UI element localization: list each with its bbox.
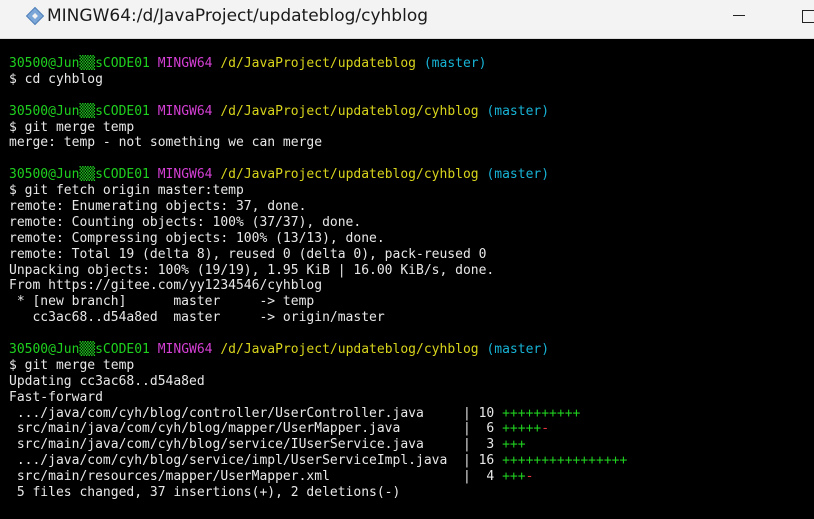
command-line: $ git merge temp (9, 358, 814, 374)
output-text: remote: Compressing objects: 100% (13/13… (9, 230, 385, 246)
prompt-path: /d/JavaProject/updateblog/cyhblog (220, 167, 479, 183)
prompt-path: /d/JavaProject/updateblog (220, 56, 417, 71)
output-line: Fast-forward (9, 390, 814, 406)
diffstat-row: src/main/java/com/cyh/blog/service/IUser… (9, 437, 814, 453)
maximize-icon (802, 10, 814, 23)
terminal-output[interactable]: 30500@Jun▒▒sCODE01 MINGW64 /d/JavaProjec… (0, 39, 814, 519)
output-text: * [new branch] master -> temp (9, 294, 315, 310)
command-line: $ git merge temp (9, 120, 814, 136)
diffstat-file: src/main/resources/mapper/UserMapper.xml (9, 469, 463, 485)
diffstat-count: 16 (478, 453, 495, 469)
prompt-shell: MINGW64 (157, 56, 213, 71)
output-text: Fast-forward (9, 389, 103, 405)
output-line: remote: Compressing objects: 100% (13/13… (9, 231, 814, 247)
diffstat-plus: ++++++++++++++++ (502, 453, 628, 469)
output-line: remote: Enumerating objects: 37, done. (9, 199, 814, 215)
output-text: remote: Counting objects: 100% (37/37), … (9, 214, 362, 230)
diffstat-file: src/main/java/com/cyh/blog/service/IUser… (9, 437, 463, 453)
prompt-line: 30500@Jun▒▒sCODE01 MINGW64 /d/JavaProjec… (9, 342, 814, 358)
window-title: MINGW64:/d/JavaProject/updateblog/cyhblo… (47, 6, 429, 26)
output-text: From https://gitee.com/yy1234546/cyhblog (9, 278, 323, 294)
git-diamond-icon (25, 6, 45, 26)
prompt-branch: (master) (486, 342, 550, 358)
output-text: remote: Enumerating objects: 37, done. (9, 199, 307, 215)
diffstat-count: 10 (478, 405, 495, 421)
output-text: Unpacking objects: 100% (19/19), 1.95 Ki… (9, 262, 495, 278)
summary-text: 5 files changed, 37 insertions(+), 2 del… (9, 485, 401, 501)
output-line: Unpacking objects: 100% (19/19), 1.95 Ki… (9, 263, 814, 279)
output-line: From https://gitee.com/yy1234546/cyhblog (9, 278, 814, 294)
diffstat-row: src/main/java/com/cyh/blog/mapper/UserMa… (9, 421, 814, 437)
diffstat-file: .../java/com/cyh/blog/controller/UserCon… (9, 405, 463, 421)
command-text: $ git merge temp (9, 119, 135, 135)
prompt-branch: (master) (423, 56, 487, 71)
diffstat-separator: | (462, 469, 479, 485)
output-line: merge: temp - not something we can merge (9, 135, 814, 151)
prompt-user: 30500@Jun▒▒sCODE01 (9, 103, 150, 119)
prompt-user: 30500@Jun▒▒sCODE01 (9, 342, 150, 358)
prompt-path: /d/JavaProject/updateblog/cyhblog (220, 342, 479, 358)
output-text: remote: Total 19 (delta 8), reused 0 (de… (9, 246, 487, 262)
diffstat-row: src/main/resources/mapper/UserMapper.xml… (9, 469, 814, 485)
diffstat-separator: | (462, 453, 479, 469)
diffstat-separator: | (462, 405, 479, 421)
diffstat-plus: ++++++++++ (502, 405, 581, 421)
title-bar[interactable]: MINGW64:/d/JavaProject/updateblog/cyhblo… (0, 0, 814, 39)
diffstat-count: 6 (478, 421, 495, 437)
minimize-icon (733, 15, 745, 16)
maximize-button[interactable] (788, 0, 814, 32)
prompt-line: 30500@Jun▒▒sCODE01 MINGW64 /d/JavaProjec… (9, 56, 814, 72)
diffstat-plus: +++ (502, 469, 526, 485)
output-line: cc3ac68..d54a8ed master -> origin/master (9, 310, 814, 326)
minimize-button[interactable] (716, 0, 762, 32)
diffstat-separator: | (462, 437, 479, 453)
diffstat-row: .../java/com/cyh/blog/service/impl/UserS… (9, 453, 814, 469)
diffstat-minus: - (525, 469, 534, 485)
output-line: remote: Counting objects: 100% (37/37), … (9, 215, 814, 231)
prompt-shell: MINGW64 (157, 103, 213, 119)
prompt-shell: MINGW64 (157, 342, 213, 358)
prompt-branch: (master) (486, 167, 550, 183)
command-text: $ cd cyhblog (9, 71, 103, 87)
output-text: cc3ac68..d54a8ed master -> origin/master (9, 310, 385, 326)
diffstat-plus: +++++ (502, 421, 542, 437)
diffstat-row: .../java/com/cyh/blog/controller/UserCon… (9, 406, 814, 422)
prompt-branch: (master) (486, 103, 550, 119)
output-text: Updating cc3ac68..d54a8ed (9, 373, 205, 389)
diffstat-file: src/main/java/com/cyh/blog/mapper/UserMa… (9, 421, 463, 437)
output-line: remote: Total 19 (delta 8), reused 0 (de… (9, 247, 814, 263)
diffstat-count: 3 (478, 437, 495, 453)
diffstat-file: .../java/com/cyh/blog/service/impl/UserS… (9, 453, 463, 469)
command-line: $ cd cyhblog (9, 72, 814, 88)
prompt-path: /d/JavaProject/updateblog/cyhblog (220, 103, 479, 119)
diffstat-plus: +++ (502, 437, 526, 453)
output-text: merge: temp - not something we can merge (9, 135, 323, 151)
command-text: $ git fetch origin master:temp (9, 183, 244, 199)
prompt-shell: MINGW64 (157, 167, 213, 183)
terminal-window: MINGW64:/d/JavaProject/updateblog/cyhblo… (0, 0, 814, 519)
prompt-user: 30500@Jun▒▒sCODE01 (9, 167, 150, 183)
summary-line: 5 files changed, 37 insertions(+), 2 del… (9, 485, 814, 501)
prompt-line: 30500@Jun▒▒sCODE01 MINGW64 /d/JavaProjec… (9, 104, 814, 120)
prompt-line: 30500@Jun▒▒sCODE01 MINGW64 /d/JavaProjec… (9, 167, 814, 183)
output-line: Updating cc3ac68..d54a8ed (9, 374, 814, 390)
prompt-user: 30500@Jun▒▒sCODE01 (9, 56, 150, 71)
output-line: * [new branch] master -> temp (9, 294, 814, 310)
command-text: $ git merge temp (9, 357, 135, 373)
diffstat-minus: - (541, 421, 550, 437)
command-line: $ git fetch origin master:temp (9, 183, 814, 199)
diffstat-count: 4 (478, 469, 495, 485)
diffstat-separator: | (462, 421, 479, 437)
